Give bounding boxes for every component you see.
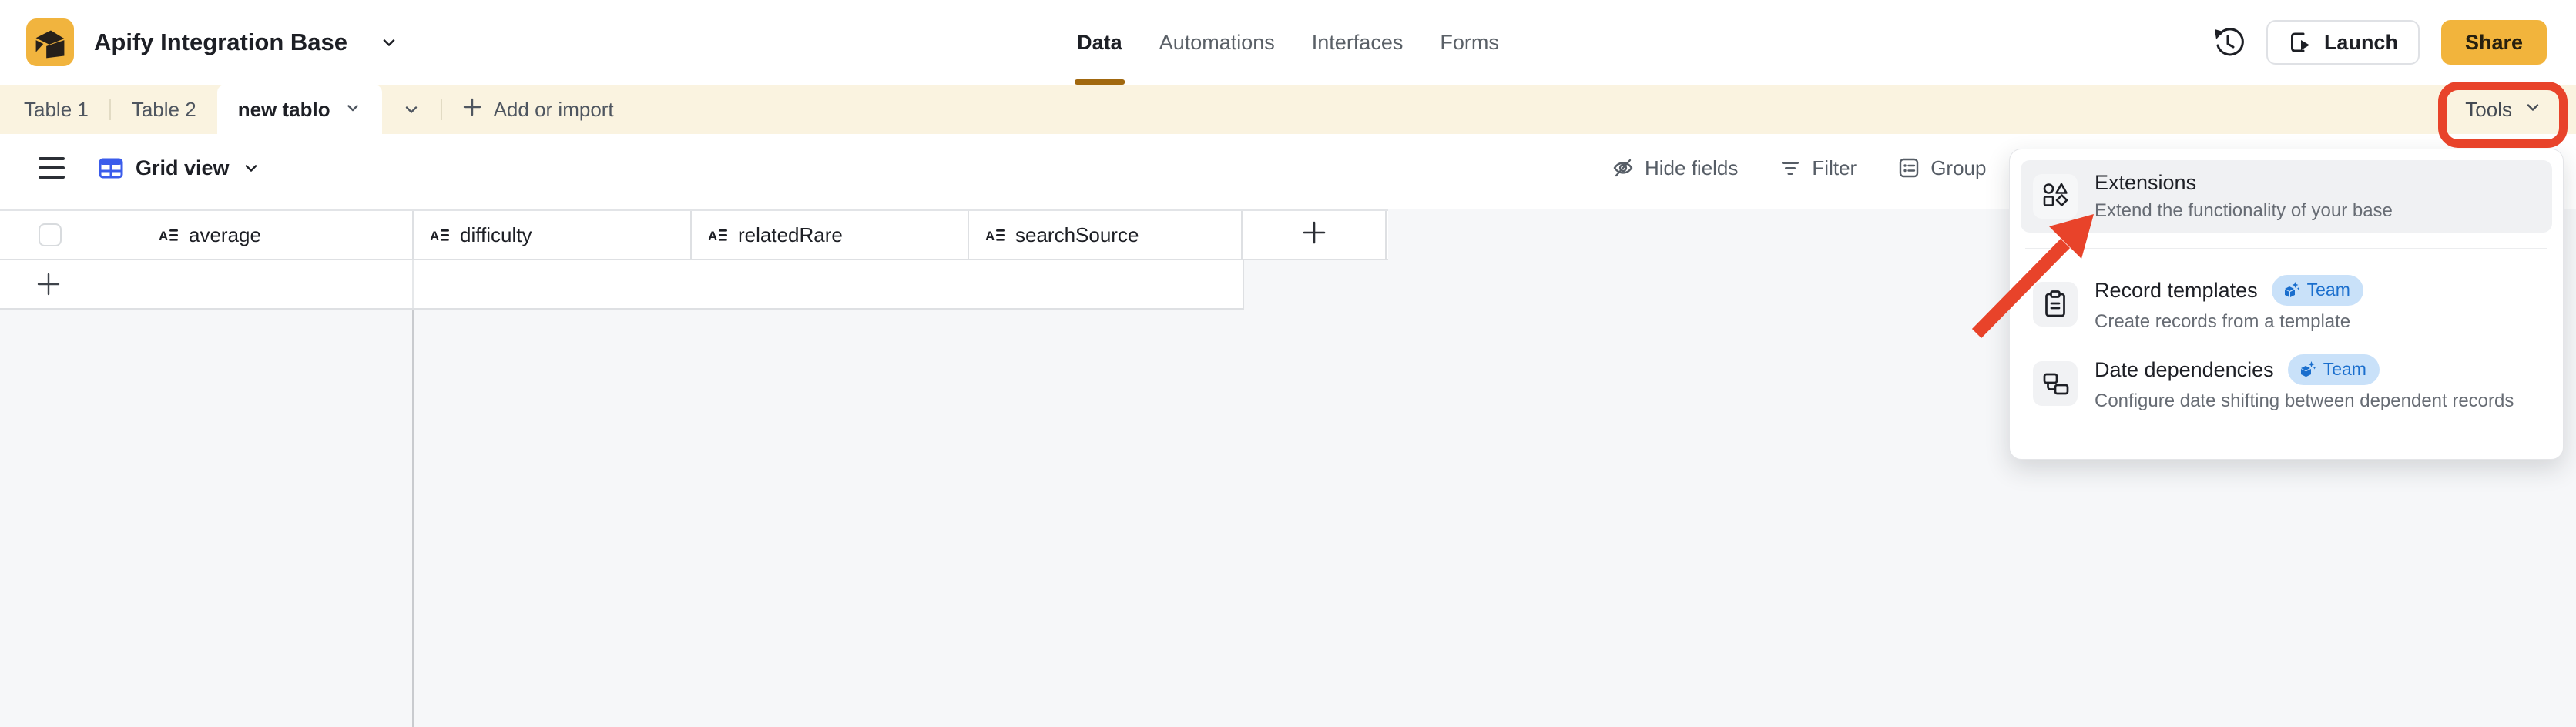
eye-slash-icon: [1612, 157, 1634, 179]
svg-text:A: A: [708, 229, 717, 243]
select-all-checkbox[interactable]: [39, 223, 62, 246]
tab-interfaces[interactable]: Interfaces: [1312, 0, 1404, 85]
group-button[interactable]: Group: [1898, 156, 1986, 180]
chevron-down-icon: [242, 159, 260, 177]
team-cube-sparkle-icon: [2298, 360, 2316, 379]
menu-item-record-templates[interactable]: Record templates Team: [2021, 264, 2552, 343]
plus-icon: [35, 271, 62, 301]
column-header-row: A average A difficulty A: [0, 209, 1388, 260]
chevron-down-icon: [380, 33, 398, 52]
plus-icon: [1301, 219, 1327, 251]
team-cube-sparkle-icon: [2282, 281, 2300, 300]
extensions-icon: [2033, 174, 2078, 219]
column-header-relatedRare[interactable]: A relatedRare: [692, 211, 969, 259]
single-line-text-icon: A: [158, 225, 179, 246]
tab-list-chevron-icon[interactable]: [382, 85, 441, 134]
base-switcher[interactable]: Apify Integration Base: [26, 18, 398, 66]
table-tab-strip: Table 1 Table 2 new tablo Add or import …: [0, 85, 2576, 134]
share-button[interactable]: Share: [2441, 20, 2547, 65]
apify-logo-icon: [26, 18, 74, 66]
clipboard-icon: [2033, 282, 2078, 327]
launch-icon: [2288, 30, 2313, 55]
filter-icon: [1779, 157, 1801, 179]
top-navigation: Data Automations Interfaces Forms: [1077, 0, 1499, 85]
history-icon[interactable]: [2209, 25, 2245, 60]
svg-text:A: A: [985, 229, 995, 243]
view-switcher[interactable]: Grid view: [99, 156, 260, 180]
table-tab-2[interactable]: Table 2: [111, 85, 217, 134]
menu-item-extensions[interactable]: Extensions Extend the functionality of y…: [2021, 160, 2552, 233]
active-tab-underline: [1075, 79, 1125, 85]
hide-fields-button[interactable]: Hide fields: [1612, 156, 1738, 180]
grid-view-icon: [99, 158, 123, 179]
group-icon: [1898, 157, 1920, 179]
view-name: Grid view: [136, 156, 230, 180]
chevron-down-icon: [2524, 98, 2542, 122]
date-dependencies-icon: [2033, 361, 2078, 406]
tools-dropdown-menu: Extensions Extend the functionality of y…: [2009, 149, 2564, 460]
team-plan-badge: Team: [2272, 275, 2363, 306]
single-line-text-icon: A: [984, 225, 1005, 246]
plus-icon: [462, 97, 482, 122]
column-header-searchSource[interactable]: A searchSource: [969, 211, 1243, 259]
top-bar: Apify Integration Base Data Automations …: [0, 0, 2576, 85]
tab-automations[interactable]: Automations: [1159, 0, 1275, 85]
add-record-row[interactable]: [0, 260, 1244, 310]
add-field-button[interactable]: [1243, 211, 1387, 259]
airtable-base-screen: { "topbar": { "base_name": "Apify Integr…: [0, 0, 2576, 727]
tab-forms[interactable]: Forms: [1440, 0, 1499, 85]
table-tab-active[interactable]: new tablo: [217, 85, 382, 134]
team-plan-badge: Team: [2288, 354, 2380, 385]
column-header-difficulty[interactable]: A difficulty: [414, 211, 692, 259]
column-header-average[interactable]: A average: [0, 211, 414, 259]
base-title: Apify Integration Base: [94, 28, 347, 56]
chevron-down-icon: [344, 98, 361, 122]
filter-button[interactable]: Filter: [1779, 156, 1857, 180]
launch-button[interactable]: Launch: [2266, 20, 2420, 65]
tab-data[interactable]: Data: [1077, 0, 1122, 85]
single-line-text-icon: A: [707, 225, 728, 246]
column-divider: [412, 260, 414, 308]
tools-button[interactable]: Tools: [2465, 85, 2542, 134]
menu-item-date-dependencies[interactable]: Date dependencies Team: [2021, 343, 2552, 423]
primary-column-divider: [412, 310, 414, 727]
svg-text:A: A: [430, 229, 439, 243]
menu-separator: [2025, 248, 2547, 249]
single-line-text-icon: A: [429, 225, 450, 246]
topbar-actions: Launch Share: [2209, 20, 2547, 65]
view-sidebar-toggle-icon[interactable]: [39, 157, 65, 179]
svg-text:A: A: [159, 229, 168, 243]
table-tab-1[interactable]: Table 1: [3, 85, 109, 134]
add-or-import-button[interactable]: Add or import: [442, 85, 634, 134]
